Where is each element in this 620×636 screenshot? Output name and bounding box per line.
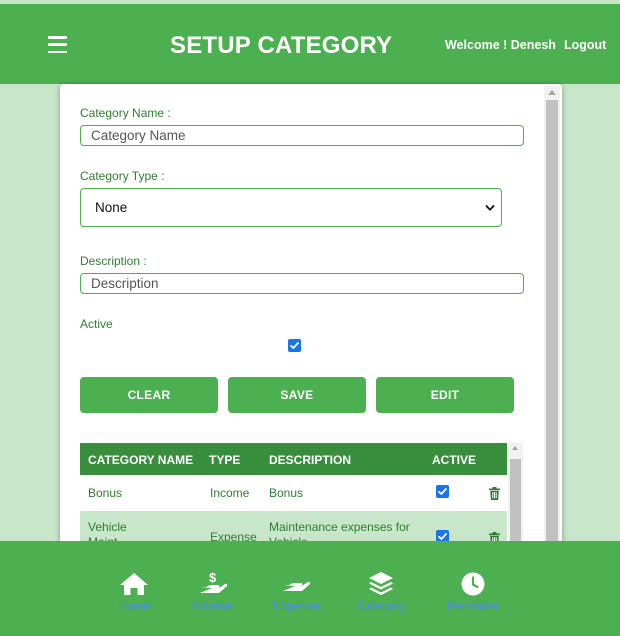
description-input[interactable]	[80, 273, 524, 294]
nav-label-expense: Expense	[273, 599, 320, 613]
checkmark-icon	[290, 342, 299, 349]
column-header-active[interactable]: ACTIVE	[432, 453, 476, 467]
column-header-type[interactable]: TYPE	[209, 453, 240, 467]
welcome-text: Welcome ! Denesh	[445, 38, 556, 52]
nav-item-income[interactable]: $ Income	[193, 571, 232, 613]
description-label: Description :	[80, 254, 147, 268]
income-icon: $	[198, 571, 228, 597]
column-header-description[interactable]: DESCRIPTION	[269, 453, 351, 467]
scrollbar-thumb[interactable]	[546, 100, 558, 542]
nav-item-home[interactable]: Home	[118, 571, 150, 613]
home-icon	[119, 571, 149, 597]
page-title: SETUP CATEGORY	[170, 32, 393, 59]
cell-category-name: Bonus	[88, 486, 123, 500]
table-row[interactable]: Bonus Income Bonus	[80, 475, 507, 511]
scroll-up-arrow-icon[interactable]	[512, 446, 518, 450]
edit-button[interactable]: EDIT	[376, 377, 514, 413]
clock-icon	[458, 571, 488, 597]
nav-label-reminder: Reminder	[447, 599, 500, 613]
clear-button[interactable]: CLEAR	[80, 377, 218, 413]
cell-description: Maintenance expenses for	[269, 520, 410, 534]
chevron-down-icon	[485, 205, 495, 211]
nav-label-category: Category	[357, 599, 406, 613]
active-checkbox[interactable]	[288, 339, 301, 357]
category-type-value: None	[95, 200, 128, 215]
table-scrollbar[interactable]	[508, 443, 523, 544]
menu-icon[interactable]	[48, 36, 67, 53]
scrollbar-thumb[interactable]	[510, 459, 521, 544]
expense-icon	[281, 571, 311, 597]
nav-item-reminder[interactable]: Reminder	[447, 571, 499, 613]
trash-icon[interactable]	[489, 487, 500, 500]
category-type-select[interactable]: None	[80, 188, 502, 227]
layers-icon	[366, 571, 396, 597]
save-button[interactable]: SAVE	[228, 377, 366, 413]
logout-link[interactable]: Logout	[564, 38, 606, 52]
cell-type: Income	[210, 486, 250, 500]
category-table: CATEGORY NAME TYPE DESCRIPTION ACTIVE Bo…	[80, 443, 523, 544]
category-name-label: Category Name :	[80, 106, 171, 120]
category-name-input[interactable]	[80, 125, 524, 146]
nav-label-income: Income	[193, 599, 233, 613]
category-type-label: Category Type :	[80, 169, 165, 183]
cell-category-name: Vehicle	[88, 520, 127, 534]
nav-item-category[interactable]: Category	[357, 571, 406, 613]
checkmark-icon	[438, 488, 447, 495]
row-active-checkbox[interactable]	[436, 485, 449, 502]
app-header: SETUP CATEGORY Welcome ! Denesh Logout	[0, 4, 620, 84]
svg-text:$: $	[209, 571, 217, 585]
active-label: Active	[80, 317, 113, 331]
nav-item-expense[interactable]: Expense	[273, 571, 320, 613]
bottom-nav: Home $ Income Expense Category Reminder	[0, 541, 620, 636]
table-header: CATEGORY NAME TYPE DESCRIPTION ACTIVE	[80, 443, 507, 475]
cell-description: Bonus	[269, 486, 304, 500]
setup-form-card: Category Name : Category Type : None Des…	[60, 84, 562, 544]
column-header-category-name[interactable]: CATEGORY NAME	[88, 453, 193, 467]
nav-label-home: Home	[118, 599, 151, 613]
table-row[interactable]: Vehicle Maint... Expense Maintenance exp…	[80, 511, 507, 544]
page-scrollbar[interactable]	[544, 86, 560, 542]
scroll-up-arrow-icon[interactable]	[548, 90, 556, 95]
